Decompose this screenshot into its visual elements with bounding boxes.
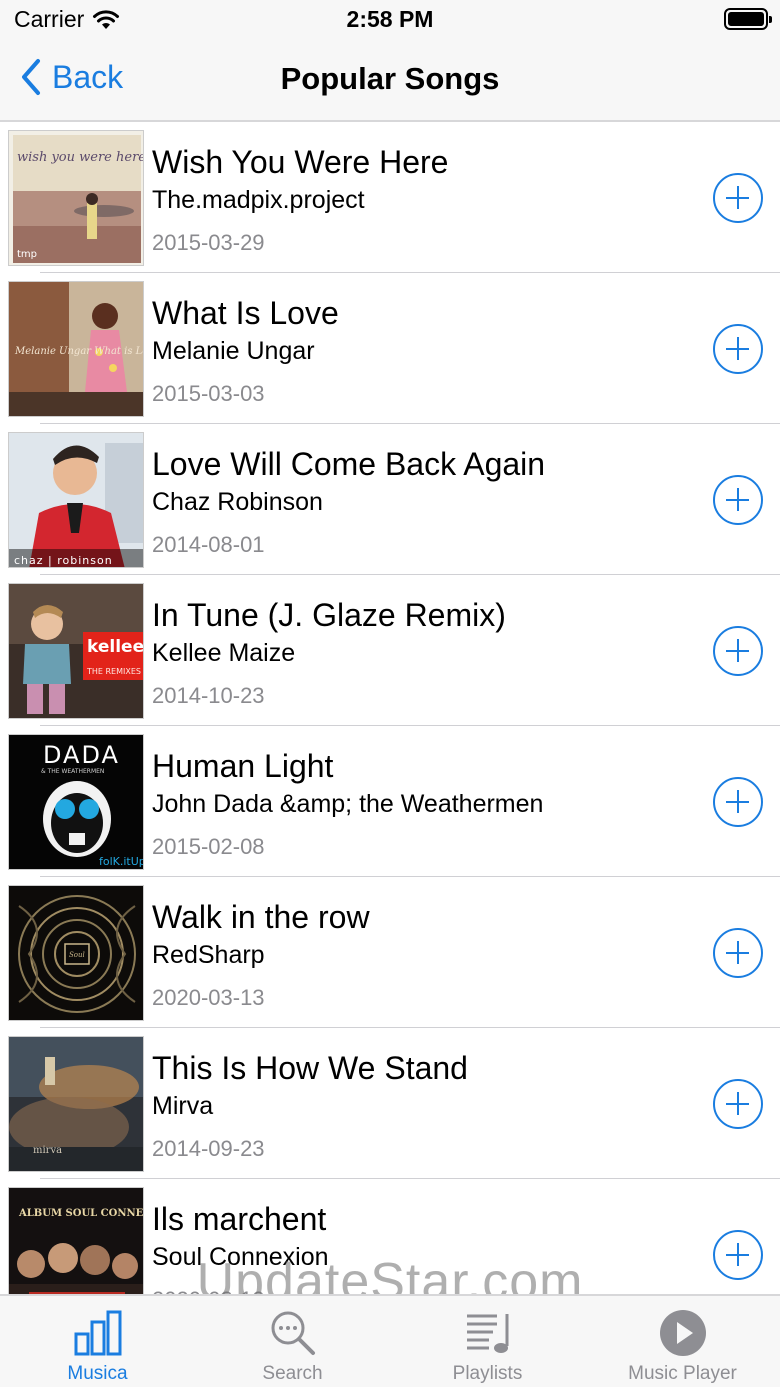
song-row[interactable]: ALBUM SOUL CONNEXION Ils marchent Soul C… (0, 1179, 780, 1294)
add-song-button[interactable] (713, 173, 763, 223)
album-art: Soul (8, 885, 144, 1021)
tab-label: Musica (67, 1363, 128, 1384)
svg-text:& THE WEATHERMEN: & THE WEATHERMEN (41, 768, 104, 775)
album-art: mirva (8, 1036, 144, 1172)
svg-text:tmp: tmp (17, 249, 37, 260)
album-art-text: DADA (43, 741, 120, 769)
add-song-button[interactable] (713, 324, 763, 374)
song-title: Walk in the row (152, 899, 370, 935)
search-icon (271, 1311, 315, 1355)
add-song-button[interactable] (713, 928, 763, 978)
song-artist: John Dada &amp; the Weathermen (152, 790, 544, 818)
tab-music-player[interactable]: Music Player (585, 1296, 780, 1387)
song-date: 2015-02-08 (152, 834, 265, 859)
song-row[interactable]: wish you were here tmp Wish You Were Her… (0, 122, 780, 273)
song-title: Ils marchent (152, 1201, 327, 1237)
tab-musica[interactable]: Musica (0, 1296, 195, 1387)
album-art: ALBUM SOUL CONNEXION (8, 1187, 144, 1294)
album-art: chaz | robinson (8, 432, 144, 568)
song-date: 2014-08-01 (152, 532, 265, 557)
song-artist: Chaz Robinson (152, 488, 323, 516)
playlist-icon (467, 1314, 509, 1353)
song-artist: RedSharp (152, 941, 265, 969)
song-title: Wish You Were Here (152, 144, 449, 180)
tab-search[interactable]: Search (195, 1296, 390, 1387)
album-art: DADA & THE WEATHERMEN folK.itUp (8, 734, 144, 870)
song-row[interactable]: DADA & THE WEATHERMEN folK.itUp Human Li… (0, 726, 780, 877)
song-artist: The.madpix.project (152, 186, 365, 214)
play-circle-icon (660, 1310, 706, 1356)
song-date: 2020-03-13 (152, 985, 265, 1010)
status-time: 2:58 PM (346, 6, 434, 32)
song-title: What Is Love (152, 295, 339, 331)
navigation-bar: Back Popular Songs (0, 40, 780, 122)
tab-label: Playlists (452, 1363, 523, 1384)
add-song-button[interactable] (713, 475, 763, 525)
album-art-text: wish you were here (17, 150, 144, 165)
add-song-button[interactable] (713, 777, 763, 827)
page-title: Popular Songs (280, 61, 500, 96)
song-date: 2014-10-23 (152, 683, 265, 708)
song-title: Human Light (152, 748, 334, 784)
song-row[interactable]: Melanie Ungar What is Love What Is Love … (0, 273, 780, 424)
album-art-text: Melanie Ungar What is Love (14, 346, 144, 357)
song-row[interactable]: kellee maize THE REMIXES In Tune (J. Gla… (0, 575, 780, 726)
song-title: In Tune (J. Glaze Remix) (152, 597, 506, 633)
album-art: Melanie Ungar What is Love (8, 281, 144, 417)
svg-text:THE REMIXES: THE REMIXES (86, 667, 141, 676)
tab-playlists[interactable]: Playlists (390, 1296, 585, 1387)
add-song-button[interactable] (713, 1230, 763, 1280)
tab-bar: Musica Search Playlists Music Player (0, 1294, 780, 1387)
song-date: 2014-09-23 (152, 1136, 265, 1161)
song-list[interactable]: wish you were here tmp Wish You Were Her… (0, 122, 780, 1294)
song-title: Love Will Come Back Again (152, 446, 546, 482)
add-song-button[interactable] (713, 626, 763, 676)
song-date: 2015-03-29 (152, 230, 265, 255)
battery-icon (724, 8, 772, 30)
song-artist: Melanie Ungar (152, 337, 315, 365)
song-artist: Kellee Maize (152, 639, 296, 667)
album-art-text: Soul (69, 951, 85, 959)
song-row[interactable]: Soul Walk in the row RedSharp 2020-03-13 (0, 877, 780, 1028)
bar-chart-icon (74, 1310, 122, 1356)
add-song-button[interactable] (713, 1079, 763, 1129)
svg-text:folK.itUp: folK.itUp (99, 855, 144, 868)
song-title: This Is How We Stand (152, 1050, 468, 1086)
song-date: 2020-03-12 (152, 1287, 265, 1294)
song-artist: Soul Connexion (152, 1243, 329, 1271)
album-art: kellee maize THE REMIXES (8, 583, 144, 719)
album-art-text: ALBUM SOUL CONNEXION (18, 1208, 144, 1219)
tab-label: Search (262, 1363, 323, 1384)
song-artist: Mirva (152, 1092, 214, 1120)
album-art-text: mirva (33, 1145, 62, 1156)
song-date: 2015-03-03 (152, 381, 265, 406)
status-bar: Carrier 2:58 PM (0, 0, 780, 40)
album-art-text: kellee maize (87, 637, 144, 657)
tab-label: Music Player (628, 1363, 737, 1384)
album-art: wish you were here tmp (8, 130, 144, 266)
song-row[interactable]: mirva This Is How We Stand Mirva 2014-09… (0, 1028, 780, 1179)
album-art-text: chaz | robinson (14, 554, 113, 567)
song-row[interactable]: chaz | robinson Love Will Come Back Agai… (0, 424, 780, 575)
